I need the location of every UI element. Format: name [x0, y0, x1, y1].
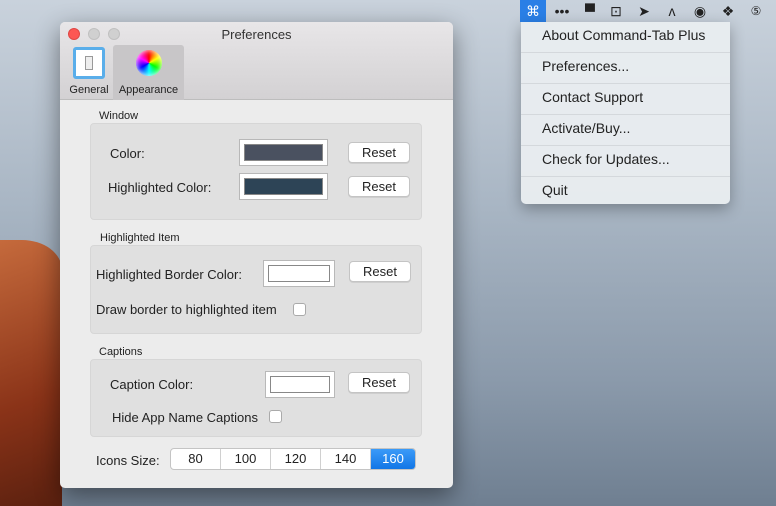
- desktop-rock: [0, 240, 62, 506]
- sync-circle-icon[interactable]: ◉: [690, 2, 710, 20]
- top-hat-icon[interactable]: ▀: [580, 2, 600, 20]
- menu-item-activate-buy[interactable]: Activate/Buy...: [521, 115, 730, 146]
- captions-section-title: Captions: [99, 346, 143, 358]
- draw-border-checkbox[interactable]: [293, 303, 306, 316]
- artstudio-icon[interactable]: ʌ: [662, 2, 682, 20]
- menu-bar: ⌘ ••• ▀ ⊡ ➤ ʌ ◉ ❖ ⑤: [0, 0, 776, 22]
- title-bar: Preferences General Appearance: [60, 22, 453, 100]
- more-dots-icon[interactable]: •••: [552, 2, 572, 20]
- draw-border-label: Draw border to highlighted item: [96, 302, 277, 317]
- icons-size-160[interactable]: 160: [371, 449, 415, 469]
- caption-color-reset-button[interactable]: Reset: [348, 372, 410, 393]
- highlighted-group: Highlighted Border Color: Reset Draw bor…: [90, 245, 422, 334]
- color-wheel-icon: [136, 50, 162, 76]
- download-box-icon[interactable]: ⊡: [606, 2, 626, 20]
- border-color-well[interactable]: [263, 260, 335, 287]
- caption-color-label: Caption Color:: [110, 377, 194, 392]
- icons-size-80[interactable]: 80: [171, 449, 221, 469]
- menu-item-about[interactable]: About Command-Tab Plus: [521, 22, 730, 53]
- command-tab-dropdown-menu: About Command-Tab Plus Preferences... Co…: [521, 22, 730, 204]
- command-tab-plus-icon[interactable]: ⌘: [520, 0, 546, 22]
- highlighted-color-well[interactable]: [239, 173, 328, 200]
- highlighted-section-title: Highlighted Item: [100, 232, 180, 244]
- hide-captions-checkbox[interactable]: [269, 410, 282, 423]
- menu-item-quit[interactable]: Quit: [521, 177, 730, 208]
- hide-captions-label: Hide App Name Captions: [112, 410, 258, 425]
- color-reset-button[interactable]: Reset: [348, 142, 410, 163]
- icons-size-segmented-control: 80 100 120 140 160: [170, 448, 416, 470]
- html5-icon[interactable]: ⑤: [746, 2, 766, 20]
- icons-size-140[interactable]: 140: [321, 449, 371, 469]
- menu-item-check-updates[interactable]: Check for Updates...: [521, 146, 730, 177]
- icons-size-120[interactable]: 120: [271, 449, 321, 469]
- menu-item-contact-support[interactable]: Contact Support: [521, 84, 730, 115]
- highlighted-color-label: Highlighted Color:: [108, 180, 212, 195]
- caption-color-well[interactable]: [265, 371, 335, 398]
- icons-size-label: Icons Size:: [96, 453, 160, 468]
- dropbox-icon[interactable]: ❖: [718, 2, 738, 20]
- border-color-label: Highlighted Border Color:: [96, 267, 242, 282]
- preferences-window: Preferences General Appearance Window Co…: [60, 22, 453, 488]
- color-well[interactable]: [239, 139, 328, 166]
- tab-general-label: General: [69, 84, 109, 96]
- window-section-title: Window: [99, 110, 139, 122]
- captions-group: Caption Color: Reset Hide App Name Capti…: [90, 359, 422, 437]
- window-title: Preferences: [221, 27, 292, 42]
- border-color-reset-button[interactable]: Reset: [349, 261, 411, 282]
- tab-appearance[interactable]: Appearance: [113, 45, 184, 100]
- highlighted-color-reset-button[interactable]: Reset: [348, 176, 410, 197]
- menu-item-preferences[interactable]: Preferences...: [521, 53, 730, 84]
- window-group: Color: Reset Highlighted Color: Reset: [90, 123, 422, 220]
- tab-appearance-label: Appearance: [118, 84, 179, 96]
- switch-icon: [73, 47, 105, 79]
- color-label: Color:: [110, 146, 145, 161]
- arrow-forward-icon[interactable]: ➤: [632, 2, 656, 20]
- tab-general[interactable]: General: [65, 45, 113, 100]
- icons-size-100[interactable]: 100: [221, 449, 271, 469]
